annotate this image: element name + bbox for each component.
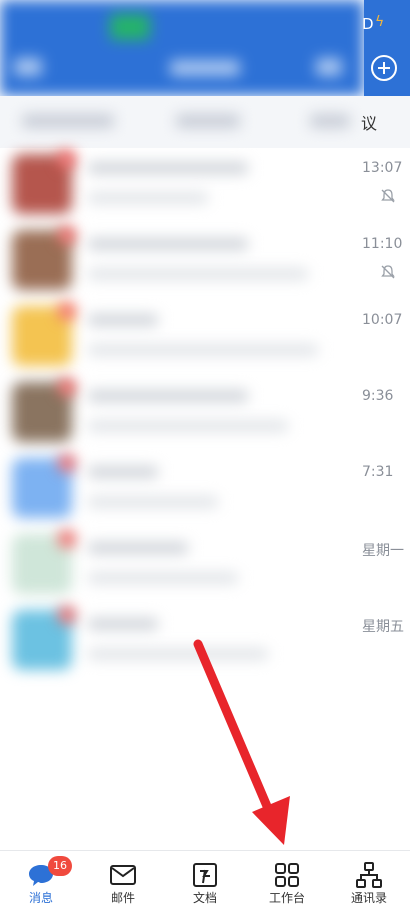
list-item[interactable]: 7:31	[0, 452, 410, 528]
nav-label: 通讯录	[350, 891, 387, 905]
list-item[interactable]: 10:07	[0, 300, 410, 376]
message-time: 星期五	[362, 619, 404, 635]
list-item[interactable]: 11:10	[0, 224, 410, 300]
chat-preview-blurred	[88, 496, 218, 508]
unread-badge	[58, 150, 76, 168]
message-time: 9:36	[362, 388, 394, 404]
mail-icon	[110, 865, 136, 885]
list-item[interactable]: 13:07	[0, 148, 410, 224]
filter-tab-blurred[interactable]	[176, 114, 240, 128]
chat-preview-blurred	[88, 420, 288, 432]
tab-workbench[interactable]: 工作台	[246, 851, 328, 915]
chat-preview-blurred	[88, 572, 238, 584]
chat-preview-blurred	[88, 192, 208, 204]
mute-bell-icon	[381, 265, 395, 279]
chat-title-blurred	[88, 390, 248, 402]
tab-docs[interactable]: 文档	[164, 851, 246, 915]
unread-badge	[58, 454, 76, 472]
tab-mail[interactable]: 邮件	[82, 851, 164, 915]
list-item[interactable]: 星期一	[0, 528, 410, 604]
filter-tab-blurred[interactable]	[22, 114, 114, 128]
unread-badge	[58, 226, 76, 244]
header-left-blurred	[14, 58, 42, 76]
message-time: 7:31	[362, 464, 394, 480]
chat-preview-blurred	[88, 344, 318, 356]
chat-title-blurred	[88, 542, 188, 554]
chat-title-blurred	[88, 162, 248, 174]
nav-label: 邮件	[110, 891, 135, 905]
header-title-blurred	[170, 60, 240, 76]
nav-label: 工作台	[268, 891, 305, 905]
header-right-blurred	[316, 58, 342, 76]
chat-title-blurred	[88, 466, 158, 478]
charging-icon: ϟ	[375, 14, 385, 30]
tab-messages[interactable]: 16 消息	[0, 851, 82, 915]
add-button[interactable]	[371, 55, 397, 81]
document-icon	[193, 863, 217, 887]
unread-count-badge: 16	[48, 856, 72, 876]
status-bar-time: D	[362, 15, 374, 33]
unread-badge	[58, 530, 76, 548]
filter-tab-label[interactable]: 议	[361, 110, 377, 134]
unread-badge	[58, 302, 76, 320]
mute-bell-icon	[381, 189, 395, 203]
unread-badge	[58, 606, 76, 624]
chat-title-blurred	[88, 314, 158, 326]
app-header	[0, 0, 364, 96]
tab-contacts[interactable]: 通讯录	[328, 851, 410, 915]
chat-preview-blurred	[88, 268, 308, 280]
unread-badge	[58, 378, 76, 396]
grid-apps-icon	[275, 863, 299, 887]
filter-row	[0, 96, 410, 148]
chat-title-blurred	[88, 618, 158, 630]
message-time: 13:07	[362, 160, 403, 176]
nav-label: 消息	[28, 891, 53, 905]
list-item[interactable]: 星期五	[0, 604, 410, 680]
list-item[interactable]: 9:36	[0, 376, 410, 452]
contacts-icon	[356, 862, 382, 888]
chat-title-blurred	[88, 238, 248, 250]
nav-label: 文档	[192, 891, 217, 905]
message-time: 11:10	[362, 236, 403, 252]
message-time: 10:07	[362, 312, 403, 328]
filter-tab-blurred[interactable]	[310, 114, 350, 128]
chat-preview-blurred	[88, 648, 268, 660]
bottom-navigation: 16 消息 邮件 文档 工作台 通讯录	[0, 850, 410, 915]
header-status-blob	[110, 14, 150, 40]
message-time: 星期一	[362, 543, 404, 559]
